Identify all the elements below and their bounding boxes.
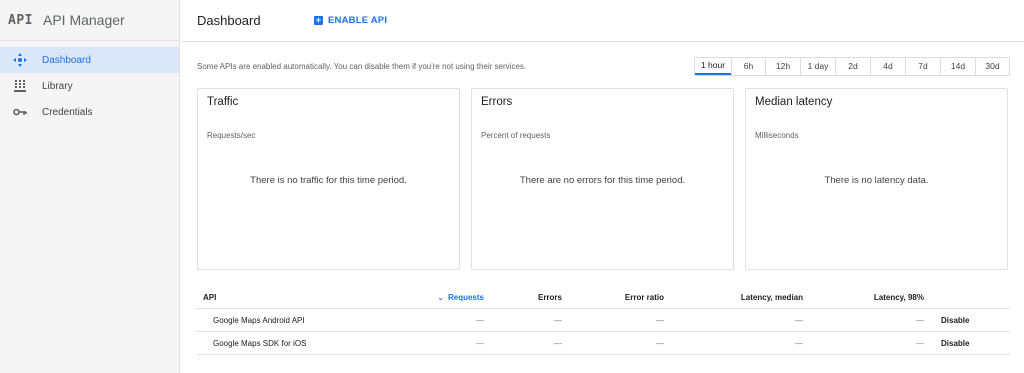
latency-98-value: —: [916, 315, 924, 325]
table-header: API ⌄ Requests Errors Error ratio Latenc…: [197, 287, 1010, 309]
range-12h[interactable]: 12h: [765, 57, 800, 75]
app-title: API Manager: [42, 12, 125, 28]
col-latency-98[interactable]: Latency, 98%: [803, 293, 924, 302]
errors-value: —: [554, 338, 562, 348]
main-content: Dashboard + ENABLE API Some APIs are ena…: [181, 0, 1024, 373]
sidebar-item-credentials[interactable]: Credentials: [0, 99, 179, 125]
empty-message: There are no errors for this time period…: [519, 175, 686, 186]
top-bar: Dashboard + ENABLE API: [181, 0, 1024, 42]
requests-value: —: [476, 338, 484, 348]
page-title: Dashboard: [197, 13, 261, 28]
enable-api-button[interactable]: + ENABLE API: [314, 15, 387, 26]
col-requests[interactable]: ⌄ Requests: [437, 293, 484, 302]
col-requests-label: Requests: [447, 293, 484, 302]
disable-button[interactable]: Disable: [924, 339, 974, 348]
time-range-selector: 1 hour 6h 12h 1 day 2d 4d 7d 14d 30d: [694, 56, 1010, 76]
card-subtitle: Percent of requests: [481, 131, 551, 140]
range-4d[interactable]: 4d: [870, 57, 905, 75]
requests-value: —: [476, 315, 484, 325]
api-name[interactable]: Google Maps Android API: [197, 316, 437, 325]
chevron-down-icon: ⌄: [437, 293, 444, 302]
card-title: Errors: [481, 96, 513, 108]
col-error-ratio[interactable]: Error ratio: [562, 293, 664, 302]
latency-median-value: —: [795, 315, 803, 325]
sidebar-nav: Dashboard Library Credentials: [0, 41, 179, 125]
range-6h[interactable]: 6h: [731, 57, 765, 75]
dashboard-icon: [12, 52, 28, 68]
col-latency-median[interactable]: Latency, median: [664, 293, 803, 302]
sidebar-item-library[interactable]: Library: [0, 73, 179, 99]
sidebar-item-label: Library: [42, 80, 73, 92]
traffic-card: Traffic Requests/sec There is no traffic…: [197, 88, 460, 270]
col-errors[interactable]: Errors: [484, 293, 562, 302]
empty-message: There is no traffic for this time period…: [250, 175, 407, 186]
brand-header: API API Manager: [0, 0, 179, 41]
range-14d[interactable]: 14d: [940, 57, 975, 75]
plus-icon: +: [314, 15, 323, 25]
range-2d[interactable]: 2d: [835, 57, 870, 75]
api-name[interactable]: Google Maps SDK for iOS: [197, 339, 437, 348]
key-icon: [12, 104, 28, 120]
info-text: Some APIs are enabled automatically. You…: [197, 61, 527, 71]
errors-value: —: [554, 315, 562, 325]
info-row: Some APIs are enabled automatically. You…: [197, 56, 1010, 76]
sidebar: API API Manager Dashboard Library Creden…: [0, 0, 180, 373]
table-row[interactable]: Google Maps Android API — — — — — Disabl…: [197, 309, 1010, 332]
sidebar-item-label: Dashboard: [42, 54, 91, 66]
enable-api-label: ENABLE API: [328, 15, 388, 26]
sidebar-item-dashboard[interactable]: Dashboard: [0, 47, 179, 73]
range-1-day[interactable]: 1 day: [800, 57, 835, 75]
card-title: Traffic: [207, 96, 239, 108]
card-title: Median latency: [755, 96, 833, 108]
empty-message: There is no latency data.: [824, 175, 929, 186]
disable-button[interactable]: Disable: [924, 316, 974, 325]
sidebar-item-label: Credentials: [42, 106, 93, 118]
latency-median-value: —: [795, 338, 803, 348]
errors-card: Errors Percent of requests There are no …: [471, 88, 734, 270]
card-subtitle: Requests/sec: [207, 131, 256, 140]
card-subtitle: Milliseconds: [755, 131, 799, 140]
latency-card: Median latency Milliseconds There is no …: [745, 88, 1008, 270]
metric-cards: Traffic Requests/sec There is no traffic…: [197, 88, 1008, 270]
range-1-hour[interactable]: 1 hour: [695, 58, 731, 75]
api-table: API ⌄ Requests Errors Error ratio Latenc…: [197, 287, 1010, 355]
error-ratio-value: —: [656, 338, 664, 348]
library-icon: [12, 78, 28, 94]
range-7d[interactable]: 7d: [905, 57, 940, 75]
col-api[interactable]: API: [197, 293, 437, 302]
range-30d[interactable]: 30d: [975, 57, 1009, 75]
latency-98-value: —: [916, 338, 924, 348]
error-ratio-value: —: [656, 315, 664, 325]
table-row[interactable]: Google Maps SDK for iOS — — — — — Disabl…: [197, 332, 1010, 355]
api-logo: API: [8, 12, 33, 28]
